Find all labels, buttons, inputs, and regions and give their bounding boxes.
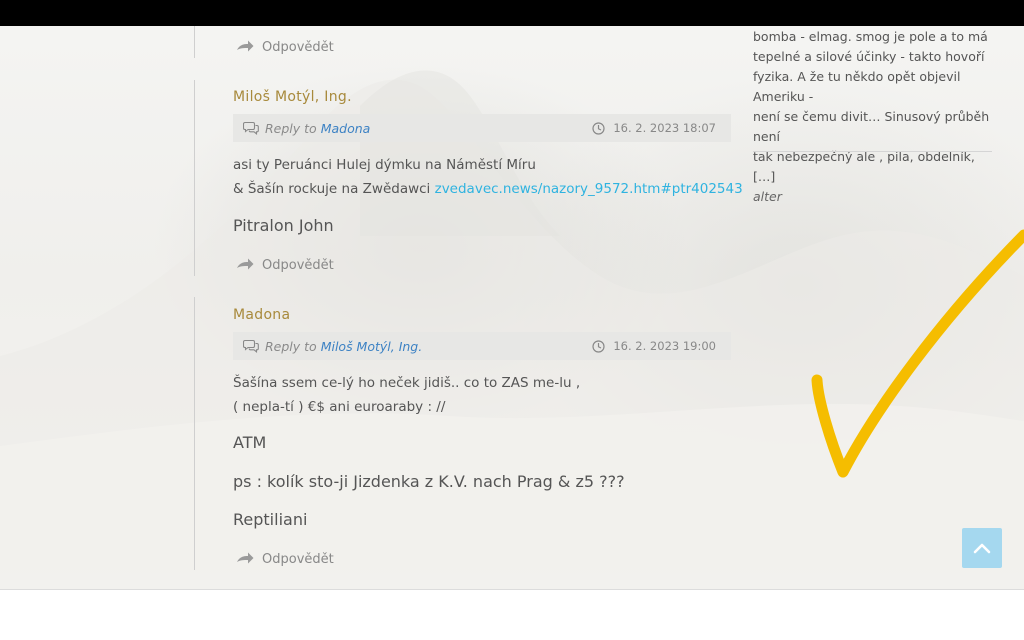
back-to-top-button[interactable]: [962, 528, 1002, 568]
footer-area: [0, 590, 1024, 640]
checkmark-overlay: [811, 229, 1024, 478]
chevron-up-icon: [973, 543, 991, 554]
